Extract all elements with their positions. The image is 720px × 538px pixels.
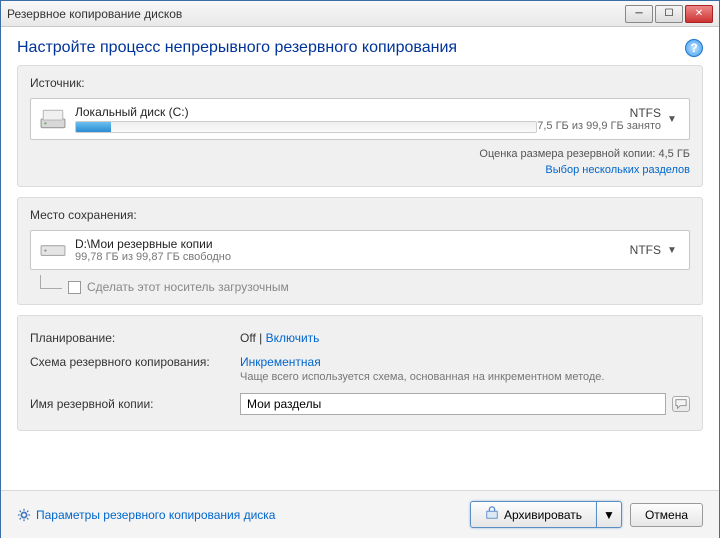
chevron-down-icon[interactable]: ▼ <box>667 114 681 125</box>
backup-options-link[interactable]: Параметры резервного копирования диска <box>17 508 275 522</box>
backup-size-estimate: Оценка размера резервной копии: 4,5 ГБ <box>479 148 690 160</box>
source-usage-text: 7,5 ГБ из 99,9 ГБ занято <box>537 120 661 132</box>
comment-icon[interactable] <box>672 396 690 412</box>
scheme-label: Схема резервного копирования: <box>30 355 240 369</box>
schedule-value: Off <box>240 331 256 345</box>
cancel-button[interactable]: Отмена <box>630 503 703 527</box>
source-panel: Источник: Локальный диск (C:) NTFS 7,5 Г… <box>17 65 703 187</box>
archive-button-group: Архивировать ▼ <box>470 501 622 528</box>
button-bar: Параметры резервного копирования диска А… <box>1 490 719 538</box>
destination-fs: NTFS <box>630 243 661 257</box>
destination-label: Место сохранения: <box>30 208 690 222</box>
drive-icon <box>39 239 67 261</box>
titlebar: Резервное копирование дисков ─ ☐ ✕ <box>1 1 719 27</box>
gear-icon <box>17 508 31 522</box>
backup-name-input[interactable] <box>240 393 666 415</box>
help-icon[interactable]: ? <box>685 39 703 57</box>
close-button[interactable]: ✕ <box>685 5 713 23</box>
select-multiple-partitions-link[interactable]: Выбор нескольких разделов <box>30 164 690 176</box>
bootable-label: Сделать этот носитель загрузочным <box>87 280 289 294</box>
maximize-button[interactable]: ☐ <box>655 5 683 23</box>
destination-panel: Место сохранения: D:\Мои резервные копии… <box>17 197 703 305</box>
scheme-hint: Чаще всего используется схема, основанна… <box>240 371 690 383</box>
window-controls: ─ ☐ ✕ <box>625 5 713 23</box>
schedule-enable-link[interactable]: Включить <box>266 331 320 345</box>
schedule-label: Планирование: <box>30 331 240 345</box>
drive-icon <box>39 108 67 130</box>
settings-panel: Планирование: Off | Включить Схема резер… <box>17 315 703 431</box>
archive-button[interactable]: Архивировать <box>470 501 597 528</box>
source-drive-selector[interactable]: Локальный диск (C:) NTFS 7,5 ГБ из 99,9 … <box>30 98 690 140</box>
archive-icon <box>485 506 499 523</box>
window-title: Резервное копирование дисков <box>7 7 625 21</box>
chevron-down-icon[interactable]: ▼ <box>667 245 681 256</box>
scheme-link[interactable]: Инкрементная <box>240 355 321 369</box>
source-fs: NTFS <box>537 106 661 120</box>
source-label: Источник: <box>30 76 690 90</box>
destination-free-text: 99,78 ГБ из 99,87 ГБ свободно <box>75 251 630 263</box>
destination-selector[interactable]: D:\Мои резервные копии 99,78 ГБ из 99,87… <box>30 230 690 270</box>
backup-name-label: Имя резервной копии: <box>30 397 240 411</box>
bootable-checkbox[interactable] <box>68 281 81 294</box>
minimize-button[interactable]: ─ <box>625 5 653 23</box>
usage-bar <box>75 121 537 133</box>
source-drive-name: Локальный диск (C:) <box>75 105 537 119</box>
arrow-connector-icon <box>40 275 62 289</box>
archive-dropdown-button[interactable]: ▼ <box>597 501 622 528</box>
destination-path: D:\Мои резервные копии <box>75 237 630 251</box>
page-title: Настройте процесс непрерывного резервног… <box>17 39 685 57</box>
